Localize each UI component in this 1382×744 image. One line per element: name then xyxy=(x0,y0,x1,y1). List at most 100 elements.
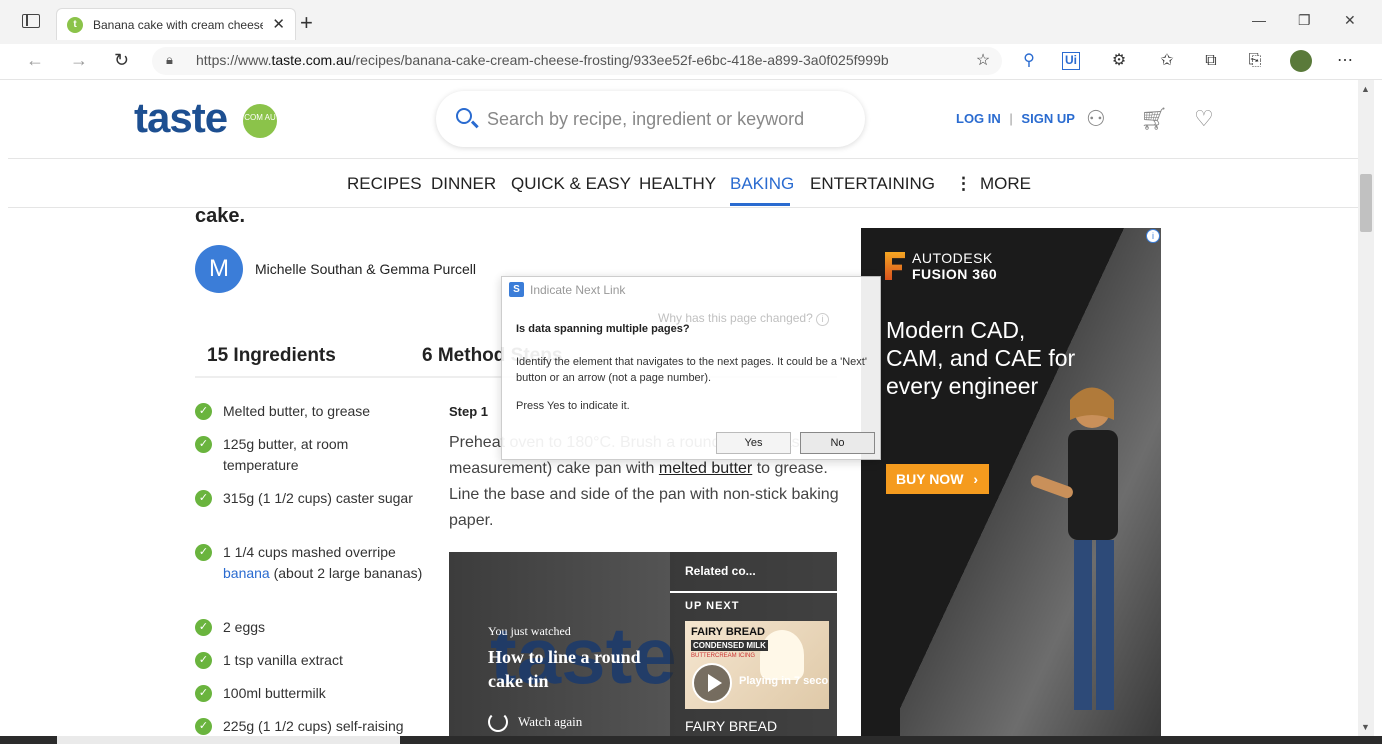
dialog-question: Is data spanning multiple pages? xyxy=(516,323,690,335)
ingredient-text: 315g (1 1/2 cups) caster sugar xyxy=(223,490,413,506)
more-menu-icon[interactable]: ⋯ xyxy=(1334,50,1356,72)
favorites-icon[interactable]: ✩ xyxy=(1156,50,1178,72)
you-just-watched-label: You just watched xyxy=(488,624,571,638)
cart-icon[interactable]: 🛒︎ xyxy=(1140,106,1168,132)
related-content-label[interactable]: Related co... xyxy=(685,564,756,578)
ad-buy-now-button[interactable]: BUY NOW › xyxy=(886,464,989,494)
playing-countdown: Playing in 7 seconds xyxy=(739,675,829,687)
ad-brand: AUTODESK FUSION 360 xyxy=(912,250,997,282)
ad-brand-line1: AUTODESK xyxy=(912,250,993,266)
taskbar-search[interactable] xyxy=(57,736,400,744)
nav-entertaining[interactable]: ENTERTAINING xyxy=(810,174,935,194)
recipe-title-fragment: cake. xyxy=(195,205,246,227)
ingredient-text: 125g butter, at room temperature xyxy=(223,436,349,473)
author-name[interactable]: Michelle Southan & Gemma Purcell xyxy=(255,261,476,277)
video-title: How to line a round cake tin xyxy=(488,647,641,691)
nav-recipes[interactable]: RECIPES xyxy=(347,174,422,194)
header-divider xyxy=(8,158,1358,159)
extensions-icon[interactable]: ⚙ xyxy=(1108,50,1130,72)
tab-ingredients[interactable]: 15 Ingredients xyxy=(207,345,336,367)
play-icon[interactable] xyxy=(692,663,732,703)
nav-more[interactable]: ⋮ MORE xyxy=(955,174,1031,194)
check-icon: ✓ xyxy=(195,544,212,561)
profile-avatar-icon[interactable] xyxy=(1290,50,1312,72)
share-icon[interactable]: ⎘ xyxy=(1244,50,1266,72)
tab-actions-icon[interactable] xyxy=(22,14,40,28)
ingredient-text: 100ml buttermilk xyxy=(223,685,326,701)
dialog-description: Identify the element that navigates to t… xyxy=(516,356,867,384)
login-link[interactable]: LOG IN xyxy=(956,111,1001,126)
yes-button[interactable]: Yes xyxy=(716,432,791,454)
scroll-down-icon[interactable]: ▼ xyxy=(1361,722,1370,732)
forward-icon[interactable]: → xyxy=(70,50,88,71)
ingredient-text: 1 tsp vanilla extract xyxy=(223,652,343,668)
engineer-photo xyxy=(1030,387,1118,710)
uipath-extension-icon[interactable]: Ui xyxy=(1062,52,1080,70)
kebab-icon: ⋮ xyxy=(955,174,972,193)
cupcake-image xyxy=(760,630,804,680)
collections-icon[interactable]: ⧉ xyxy=(1200,50,1222,72)
up-next-label: UP NEXT xyxy=(685,600,740,612)
refresh-icon[interactable]: ↻ xyxy=(114,50,129,71)
ingredient-text: 1 1/4 cups mashed overripe banana (about… xyxy=(223,544,423,581)
url-text[interactable]: https://www.taste.com.au/recipes/banana-… xyxy=(196,52,889,68)
restore-icon[interactable]: ❐ xyxy=(1298,12,1311,29)
nav-active-indicator xyxy=(730,203,790,206)
ingredient-text: 225g (1 1/2 cups) self-raising xyxy=(223,718,404,734)
new-tab-button[interactable]: + xyxy=(300,10,313,36)
dialog-instruction: Press Yes to indicate it. xyxy=(516,400,630,412)
check-icon: ✓ xyxy=(195,619,212,636)
ad-headline: Modern CAD, CAM, and CAE for every engin… xyxy=(886,317,1076,399)
close-tab-icon[interactable]: ✕ xyxy=(272,15,285,33)
scroll-up-icon[interactable]: ▲ xyxy=(1361,84,1370,94)
step-label: Step 1 xyxy=(449,404,489,419)
nav-baking[interactable]: BAKING xyxy=(730,174,794,194)
ad-info-icon[interactable]: i xyxy=(1146,229,1160,243)
check-icon: ✓ xyxy=(195,403,212,420)
tab-title: Banana cake with cream cheese f xyxy=(93,18,263,32)
nav-healthy[interactable]: HEALTHY xyxy=(639,174,716,194)
uipath-logo-icon: S xyxy=(509,282,524,297)
minimize-icon[interactable]: — xyxy=(1252,12,1266,28)
ingredient-text: Melted butter, to grease xyxy=(223,403,371,419)
nav-quick-easy[interactable]: QUICK & EASY xyxy=(511,174,631,194)
user-icon[interactable]: ⚇ xyxy=(1086,106,1106,132)
thumb-subtitle-2: BUTTERCREAM ICING xyxy=(691,653,756,659)
site-favicon-icon: t xyxy=(67,17,83,33)
scrollbar-thumb[interactable] xyxy=(1360,174,1372,232)
auth-links: LOG IN | SIGN UP xyxy=(956,111,1075,126)
check-icon: ✓ xyxy=(195,436,212,453)
dialog-title: Indicate Next Link xyxy=(530,283,626,297)
author-avatar: M xyxy=(195,245,243,293)
search-placeholder: Search by recipe, ingredient or keyword xyxy=(487,109,805,129)
nav-dinner[interactable]: DINNER xyxy=(431,174,496,194)
check-icon: ✓ xyxy=(195,685,212,702)
chevron-right-icon: › xyxy=(973,471,979,487)
browser-tab[interactable]: t Banana cake with cream cheese f ✕ xyxy=(56,8,296,40)
related-divider xyxy=(670,591,837,593)
heart-icon[interactable]: ♡ xyxy=(1194,106,1214,132)
nav-more-label: MORE xyxy=(980,174,1031,193)
add-favorite-icon[interactable]: ☆ xyxy=(972,50,994,72)
window-close-icon[interactable]: ✕ xyxy=(1344,12,1356,29)
check-icon: ✓ xyxy=(195,652,212,669)
thumb-title: FAIRY BREAD xyxy=(691,626,765,638)
step-link-melted-butter[interactable]: melted butter xyxy=(659,460,752,477)
replay-icon[interactable] xyxy=(488,712,508,732)
search-extension-icon[interactable]: ⚲ xyxy=(1018,50,1040,72)
search-icon xyxy=(456,108,472,124)
taste-logo[interactable]: taste xyxy=(134,94,228,142)
thumb-subtitle: CONDENSED MILK xyxy=(691,640,768,651)
ingredient-text: 2 eggs xyxy=(223,619,266,635)
next-video-title[interactable]: FAIRY BREAD xyxy=(685,718,777,734)
watch-again-button[interactable]: Watch again xyxy=(518,714,582,730)
logo-badge: COM AU xyxy=(243,104,277,138)
back-icon[interactable]: ← xyxy=(26,50,44,71)
signup-link[interactable]: SIGN UP xyxy=(1021,111,1074,126)
ingredient-link-banana[interactable]: banana xyxy=(223,565,270,581)
auth-separator: | xyxy=(1009,111,1013,126)
lock-icon[interactable]: 🔒︎ xyxy=(166,52,173,68)
ad-brand-line2: FUSION 360 xyxy=(912,266,998,282)
no-button[interactable]: No xyxy=(800,432,875,454)
check-icon: ✓ xyxy=(195,718,212,735)
